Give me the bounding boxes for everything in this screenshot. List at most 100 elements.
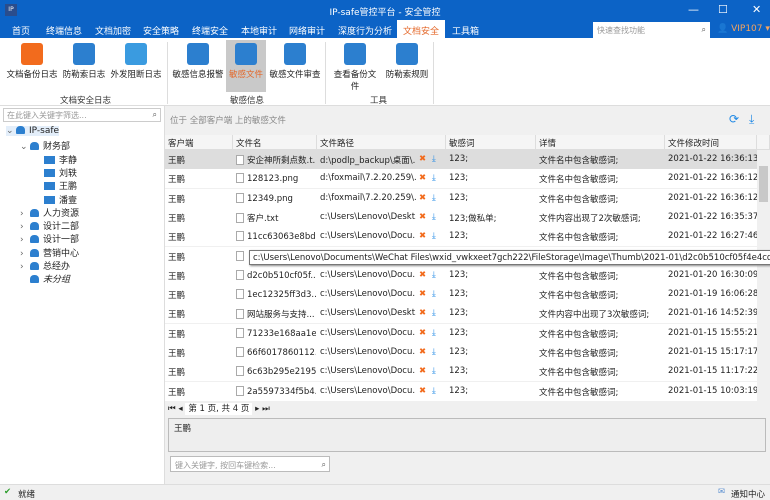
notification-center-button[interactable]: 通知中心 <box>731 488 765 500</box>
delete-icon[interactable]: ✖ <box>419 328 426 338</box>
scroll-thumb[interactable] <box>759 166 768 202</box>
table-row[interactable]: 王鹏 6c63b295e2195... c:\Users\Lenovo\Docu… <box>165 362 759 382</box>
download-icon[interactable]: ⤓ <box>432 328 436 338</box>
sensitive-file-button[interactable]: 敏感文件 <box>226 40 266 92</box>
download-icon[interactable]: ⤓ <box>432 347 436 357</box>
tree-node[interactable]: 刘轶 <box>34 166 77 179</box>
maximize-button[interactable]: ☐ <box>718 3 728 16</box>
keyword-search-input[interactable]: 键入关键字, 按回车键检索... ⌕ <box>170 456 330 472</box>
cell-modified: 2021-01-15 11:17:22 <box>668 366 759 377</box>
tab-terminal-security[interactable]: 终端安全 <box>192 24 228 37</box>
first-page-button[interactable]: ⏮ <box>168 404 176 414</box>
download-icon[interactable]: ⤓ <box>432 154 436 164</box>
table-row[interactable]: 王鹏 11cc63063e8bd... c:\Users\Lenovo\Docu… <box>165 227 758 247</box>
tree-node[interactable]: › 总经办 <box>20 259 70 272</box>
tab-local-audit[interactable]: 本地审计 <box>241 24 277 37</box>
tab-toolbox[interactable]: 工具箱 <box>452 24 479 37</box>
delete-icon[interactable]: ✖ <box>419 212 426 222</box>
backup-log-button[interactable]: 文档备份日志 <box>6 40 58 92</box>
tab-doc-encrypt[interactable]: 文档加密 <box>95 24 131 37</box>
tree-node[interactable]: 未分组 <box>20 272 70 285</box>
tab-home[interactable]: 首页 <box>12 24 30 37</box>
download-icon[interactable]: ⤓ <box>432 212 436 222</box>
col-path[interactable]: 文件路径 <box>317 135 446 150</box>
tree-node[interactable]: ⌄ 财务部 <box>20 139 70 152</box>
quick-search-input[interactable]: 快速查找功能 ⌕ <box>593 22 710 38</box>
table-row[interactable]: 王鹏 128123.png d:\foxmail\7.2.20.259\... … <box>165 169 758 189</box>
col-filename[interactable]: 文件名 <box>233 135 317 150</box>
tab-terminal-info[interactable]: 终端信息 <box>46 24 82 37</box>
delete-icon[interactable]: ✖ <box>419 231 426 241</box>
table-row[interactable]: 王鹏 1ec12325ff3d3... c:\Users\Lenovo\Docu… <box>165 285 758 305</box>
tab-doc-security[interactable]: 文档安全 <box>397 20 446 38</box>
table-row[interactable]: 王鹏 客户.txt c:\Users\Lenovo\Deskt... ✖ ⤓ 12… <box>165 207 758 227</box>
tab-network-audit[interactable]: 网络审计 <box>289 24 325 37</box>
tree-node[interactable]: ⌄ IP-safe <box>6 126 60 136</box>
table-row[interactable]: 王鹏 66f6017860112... c:\Users\Lenovo\Docu… <box>165 343 758 362</box>
ransomware-rules-button[interactable]: 防勒索规则 <box>385 40 429 92</box>
delete-icon[interactable]: ✖ <box>419 193 426 203</box>
tree-node[interactable]: 潘壹 <box>34 193 77 206</box>
detail-box[interactable]: 王鹏 <box>168 418 766 452</box>
col-detail[interactable]: 详情 <box>536 135 665 150</box>
download-icon[interactable]: ⤓ <box>432 308 436 318</box>
outbound-block-log-button[interactable]: 外发阻断日志 <box>110 40 162 92</box>
delete-icon[interactable]: ✖ <box>419 270 426 280</box>
col-keyword[interactable]: 敏感词 <box>446 135 536 150</box>
tree-node[interactable]: 李静 <box>34 153 77 166</box>
download-icon[interactable]: ⤓ <box>432 231 436 241</box>
delete-icon[interactable]: ✖ <box>419 173 426 183</box>
tree-filter-input[interactable]: 在此键入关键字筛选... ⌕ <box>3 108 161 122</box>
col-client[interactable]: 客户端 <box>165 135 233 150</box>
table-row[interactable]: 王鹏 网站服务与支持... c:\Users\Lenovo\Deskt... ✖… <box>165 304 758 324</box>
delete-icon[interactable]: ✖ <box>419 386 426 396</box>
view-backup-button[interactable]: 查看备份文件 <box>330 40 380 92</box>
delete-icon[interactable]: ✖ <box>419 154 426 164</box>
sensitive-alert-button[interactable]: 敏感信息报警 <box>172 40 224 92</box>
table-row[interactable]: 王鹏 12349.png d:\foxmail\7.2.20.259\... ✖… <box>165 188 758 208</box>
tab-security-policy[interactable]: 安全策略 <box>143 24 179 37</box>
delete-icon[interactable]: ✖ <box>419 366 426 376</box>
download-icon[interactable]: ⤓ <box>432 173 436 183</box>
download-icon[interactable]: ⤓ <box>432 289 436 299</box>
search-icon[interactable]: ⌕ <box>322 460 326 470</box>
expander-icon[interactable]: › <box>20 235 30 245</box>
download-icon[interactable]: ⤓ <box>432 270 436 280</box>
tree-node[interactable]: › 设计二部 <box>20 219 79 232</box>
table-row[interactable]: 王鹏 d2c0b510cf05f... c:\Users\Lenovo\Docu… <box>165 265 758 285</box>
tree-node[interactable]: 王鹏 <box>34 179 77 192</box>
tab-behavior-analysis[interactable]: 深度行为分析 <box>338 24 392 37</box>
last-page-button[interactable]: ⏭ <box>262 404 270 414</box>
close-button[interactable]: ✕ <box>752 3 761 16</box>
next-page-button[interactable]: ▸ <box>255 404 259 414</box>
export-icon[interactable]: ⤓ <box>749 112 754 127</box>
delete-icon[interactable]: ✖ <box>419 289 426 299</box>
sensitive-review-button[interactable]: 敏感文件审查 <box>268 40 322 92</box>
refresh-icon[interactable]: ⟳ <box>729 112 739 126</box>
search-icon[interactable]: ⌕ <box>153 110 157 120</box>
table-row[interactable]: 王鹏 安企神所剩点数.t... d:\podlp_backup\桌面\... ✖… <box>165 150 758 169</box>
table-row[interactable]: 王鹏 2a5597334f5b4... c:\Users\Lenovo\Docu… <box>165 381 758 401</box>
delete-icon[interactable]: ✖ <box>419 347 426 357</box>
tree-node[interactable]: › 营销中心 <box>20 246 79 259</box>
tree-node[interactable]: › 人力资源 <box>20 206 79 219</box>
expander-icon[interactable]: › <box>20 222 30 232</box>
expander-icon[interactable]: › <box>20 262 30 272</box>
download-icon[interactable]: ⤓ <box>432 366 436 376</box>
tree-node[interactable]: › 设计一部 <box>20 232 79 245</box>
download-icon[interactable]: ⤓ <box>432 193 436 203</box>
expander-icon[interactable]: › <box>20 209 30 219</box>
download-icon[interactable]: ⤓ <box>432 386 436 396</box>
user-menu[interactable]: 👤 VIP107 ▾ <box>717 24 770 34</box>
expander-icon[interactable]: ⌄ <box>6 126 16 136</box>
delete-icon[interactable]: ✖ <box>419 308 426 318</box>
prev-page-button[interactable]: ◂ <box>178 404 182 414</box>
expander-icon[interactable]: ⌄ <box>20 142 30 152</box>
ransomware-log-button[interactable]: 防勒索日志 <box>62 40 106 92</box>
expander-icon[interactable]: › <box>20 249 30 259</box>
table-scrollbar[interactable] <box>757 150 770 400</box>
search-icon[interactable]: ⌕ <box>702 25 706 35</box>
col-modified[interactable]: 文件修改时间 <box>665 135 757 150</box>
table-row[interactable]: 王鹏 71233e168aa1e... c:\Users\Lenovo\Docu… <box>165 323 758 343</box>
minimize-button[interactable]: — <box>688 3 699 16</box>
